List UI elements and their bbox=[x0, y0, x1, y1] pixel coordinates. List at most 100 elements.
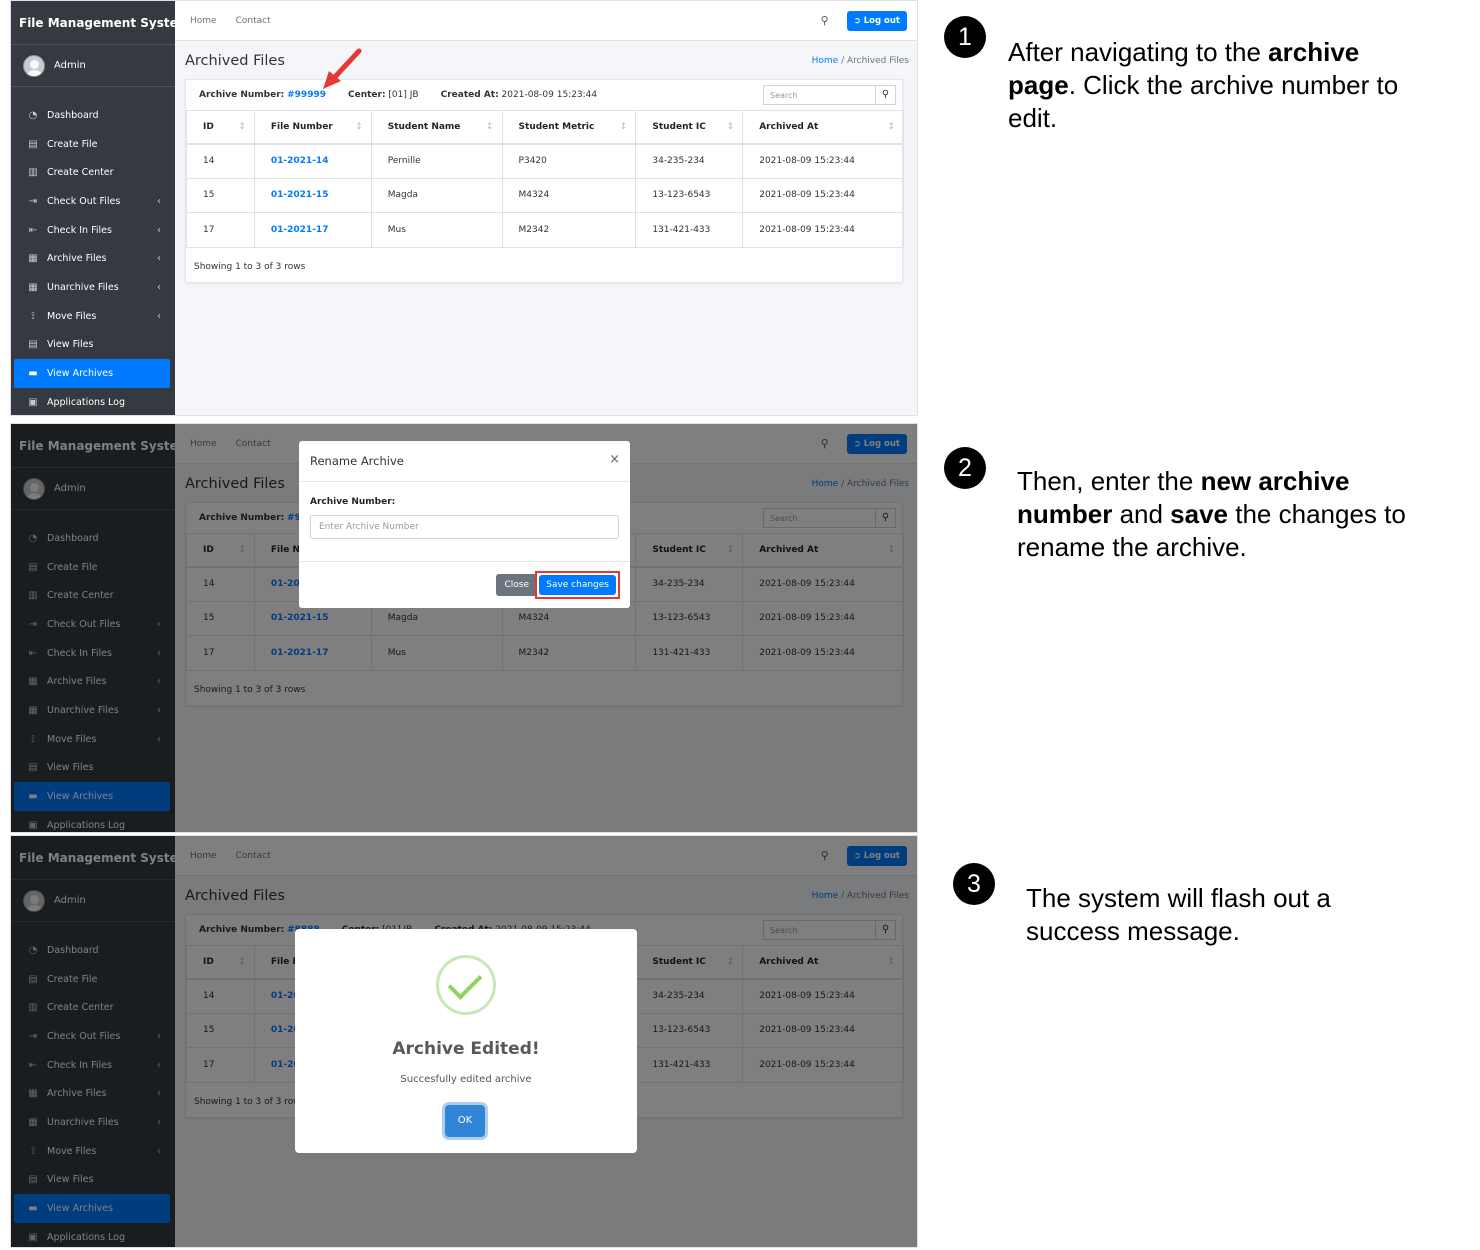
column-header[interactable]: Student Metric bbox=[501, 110, 637, 145]
chevron-left-icon: ‹ bbox=[157, 253, 161, 265]
breadcrumb: Home / Archived Files bbox=[812, 56, 909, 66]
table-row: 1501-2021-15MagdaM432413-123-65432021-08… bbox=[186, 177, 904, 213]
screenshot-step-1: File Management System Admin ◔ Dashboard… bbox=[10, 0, 918, 416]
column-header[interactable]: Student IC bbox=[635, 110, 744, 145]
sidebar-nav: ◔ Dashboard ▤ Create File ▥ Create Cente… bbox=[11, 87, 175, 415]
sidebar-item-view-files[interactable]: ▤ View Files bbox=[11, 331, 175, 360]
step-text: The system will flash out a success mess… bbox=[1026, 883, 1331, 946]
column-header[interactable]: ID bbox=[186, 110, 255, 145]
step-text: After navigating to the bbox=[1008, 37, 1269, 67]
table-cell: M4324 bbox=[501, 177, 637, 213]
sidebar-item-label: Create File bbox=[47, 138, 98, 150]
page-title: Archived Files bbox=[185, 53, 285, 69]
pagination-info: Showing 1 to 3 of 3 rows bbox=[194, 262, 306, 272]
close-icon[interactable]: × bbox=[609, 452, 620, 467]
step-instruction: After navigating to the archive page. Cl… bbox=[1008, 36, 1403, 135]
dolly-icon: ⟟ bbox=[31, 310, 35, 322]
chevron-left-icon: ‹ bbox=[157, 224, 161, 236]
column-header[interactable]: Archived At bbox=[742, 110, 904, 145]
sidebar-item-label: View Files bbox=[47, 339, 94, 351]
table-cell: Pernille bbox=[370, 143, 503, 179]
column-header[interactable]: Student Name bbox=[370, 110, 503, 145]
file-import-icon: ⇤ bbox=[28, 224, 38, 236]
sidebar-item-label: Archive Files bbox=[47, 253, 107, 265]
sidebar-item-label: Check In Files bbox=[47, 224, 112, 236]
sidebar-item-create-file[interactable]: ▤ Create File bbox=[11, 130, 175, 159]
nav-home-link[interactable]: Home bbox=[190, 16, 217, 26]
clipboard-icon: ▣ bbox=[28, 396, 38, 408]
table-cell: 131-421-433 bbox=[635, 212, 744, 248]
screenshot-step-2: File Management System Admin ◔ Dashboard… bbox=[10, 423, 918, 833]
table-search: Search ⚲ bbox=[763, 85, 896, 105]
sidebar-item-label: Dashboard bbox=[47, 109, 99, 121]
search-icon[interactable]: ⚲ bbox=[821, 14, 829, 27]
table-cell: 2021-08-09 15:23:44 bbox=[742, 177, 904, 213]
red-arrow-annotation bbox=[323, 48, 362, 89]
table-cell: 17 bbox=[186, 212, 255, 248]
table-cell: 2021-08-09 15:23:44 bbox=[742, 143, 904, 179]
sidebar-item-label: View Archives bbox=[47, 368, 114, 380]
step-number-badge: 3 bbox=[953, 863, 995, 905]
logout-icon: ➲ bbox=[853, 15, 864, 26]
chevron-left-icon: ‹ bbox=[157, 281, 161, 293]
created-value: 2021-08-09 15:23:44 bbox=[501, 90, 598, 100]
archive-icon: ▬ bbox=[28, 368, 38, 380]
modal-footer-divider bbox=[299, 561, 630, 562]
table-cell: Magda bbox=[370, 177, 503, 213]
ok-button[interactable]: OK bbox=[445, 1105, 485, 1137]
sidebar-item-label: Applications Log bbox=[47, 396, 126, 408]
sidebar-item-check-in-files[interactable]: ⇤ Check In Files ‹ bbox=[11, 216, 175, 245]
building-icon: ▥ bbox=[28, 167, 38, 179]
save-highlight: Save changes bbox=[535, 571, 620, 599]
sidebar-item-create-center[interactable]: ▥ Create Center bbox=[11, 158, 175, 187]
column-header[interactable]: File Number bbox=[253, 110, 372, 145]
logout-button[interactable]: ➲ Log out bbox=[846, 10, 907, 31]
brand-title[interactable]: File Management System bbox=[11, 1, 190, 45]
success-dialog: Archive Edited! Succesfully edited archi… bbox=[295, 929, 637, 1153]
close-button[interactable]: Close bbox=[496, 574, 537, 596]
sidebar: File Management System Admin ◔ Dashboard… bbox=[11, 1, 190, 415]
sidebar-item-check-out-files[interactable]: ⇥ Check Out Files ‹ bbox=[11, 187, 175, 216]
success-message: Succesfully edited archive bbox=[400, 1074, 532, 1085]
archive-number-label: Archive Number: bbox=[199, 90, 285, 100]
table-cell: 15 bbox=[186, 177, 255, 213]
sidebar-item-move-files[interactable]: ⟟ Move Files ‹ bbox=[11, 302, 175, 331]
search-button[interactable]: ⚲ bbox=[876, 85, 896, 105]
created-label: Created At: bbox=[440, 90, 499, 100]
table-row: 1401-2021-14PernilleP342034-235-2342021-… bbox=[186, 143, 904, 179]
file-number-link[interactable]: 01-2021-15 bbox=[253, 177, 372, 213]
sidebar-item-applications-log[interactable]: ▣ Applications Log bbox=[11, 388, 175, 415]
file-number-link[interactable]: 01-2021-17 bbox=[253, 212, 372, 248]
table-cell: Mus bbox=[370, 212, 503, 248]
dashboard-icon: ◔ bbox=[28, 109, 38, 121]
chevron-left-icon: ‹ bbox=[157, 195, 161, 207]
sidebar-item-unarchive-files[interactable]: ▦ Unarchive Files ‹ bbox=[11, 273, 175, 302]
archived-files-table: IDFile NumberStudent NameStudent MetricS… bbox=[186, 110, 904, 248]
sidebar-item-archive-files[interactable]: ▦ Archive Files ‹ bbox=[11, 244, 175, 273]
step-instruction: The system will flash out a success mess… bbox=[1026, 882, 1361, 948]
sidebar-item-view-archives[interactable]: ▬ View Archives bbox=[14, 359, 170, 388]
screenshot-step-3: File Management System Admin ◔ Dashboard… bbox=[10, 835, 918, 1248]
step-text: and bbox=[1112, 499, 1171, 529]
file-number-link[interactable]: 01-2021-14 bbox=[253, 143, 372, 179]
step-text: Then, enter the bbox=[1017, 466, 1201, 496]
sidebar-item-label: Unarchive Files bbox=[47, 281, 119, 293]
save-changes-button[interactable]: Save changes bbox=[539, 575, 616, 595]
nav-contact-link[interactable]: Contact bbox=[236, 16, 271, 26]
table-cell: 34-235-234 bbox=[635, 143, 744, 179]
breadcrumb-home[interactable]: Home bbox=[812, 56, 839, 66]
step-number-badge: 1 bbox=[944, 16, 986, 58]
step-instruction: Then, enter the new archive number and s… bbox=[1017, 465, 1417, 564]
chevron-left-icon: ‹ bbox=[157, 310, 161, 322]
user-name[interactable]: Admin bbox=[54, 60, 86, 71]
step-number-badge: 2 bbox=[944, 447, 986, 489]
logout-label: Log out bbox=[863, 15, 900, 26]
archive-number-field-label: Archive Number: bbox=[310, 497, 396, 507]
step-text-emphasis: save bbox=[1170, 499, 1229, 529]
search-input[interactable]: Search bbox=[763, 85, 876, 105]
rename-archive-modal: Rename Archive × Archive Number: Enter A… bbox=[299, 441, 630, 608]
sidebar-item-dashboard[interactable]: ◔ Dashboard bbox=[11, 101, 175, 130]
file-icon: ▤ bbox=[28, 138, 38, 150]
modal-title: Rename Archive bbox=[299, 441, 630, 482]
archive-number-input[interactable]: Enter Archive Number bbox=[310, 515, 619, 539]
